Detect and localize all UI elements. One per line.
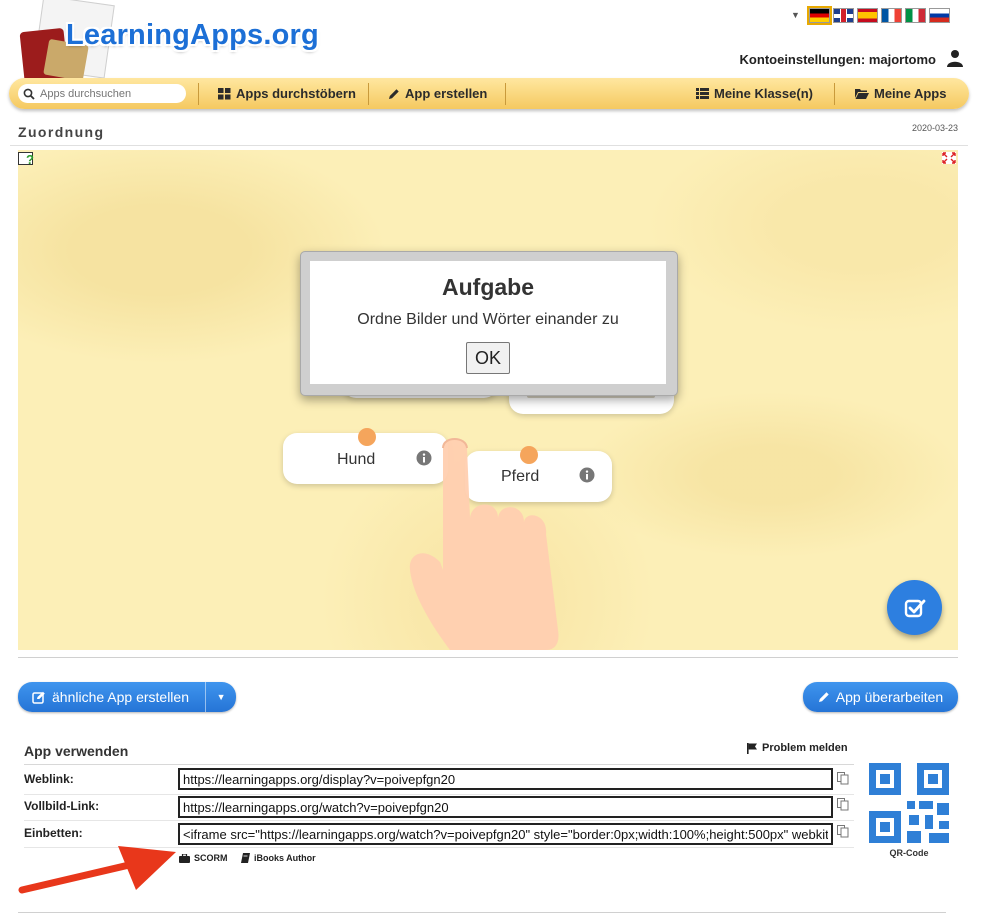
create-similar-app-label: ähnliche App erstellen: [52, 689, 189, 705]
divider: [24, 764, 854, 765]
nav-divider: [834, 83, 835, 105]
check-answer-button[interactable]: [887, 580, 942, 635]
search-box[interactable]: [18, 84, 186, 103]
account-settings-link[interactable]: Kontoeinstellungen: majortomo: [740, 52, 936, 67]
report-problem-link[interactable]: Problem melden: [747, 742, 848, 754]
dialog-text: Ordne Bilder und Wörter einander zu: [357, 311, 619, 328]
flag-en-icon[interactable]: [833, 8, 854, 23]
search-icon: [23, 88, 35, 100]
info-icon[interactable]: [579, 467, 595, 483]
grid-icon: [218, 87, 231, 99]
svg-text:?: ?: [26, 152, 34, 167]
scorm-label: SCORM: [194, 853, 228, 863]
help-icon[interactable]: ?: [18, 152, 36, 168]
copy-icon[interactable]: [837, 825, 849, 838]
row-divider: [24, 794, 854, 795]
ibooks-label: iBooks Author: [254, 853, 316, 863]
search-input[interactable]: [38, 86, 182, 101]
nav-my-apps[interactable]: Meine Apps: [855, 86, 946, 101]
qr-code-label: QR-Code: [889, 848, 929, 858]
fullscreen-icon[interactable]: [942, 152, 956, 164]
scorm-download-link[interactable]: SCORM: [179, 853, 228, 863]
nav-my-class-label: Meine Klasse(n): [714, 86, 813, 101]
flag-icon: [747, 742, 757, 754]
pencil-icon: [389, 88, 399, 99]
book-icon: [241, 853, 250, 863]
create-similar-app-button[interactable]: ähnliche App erstellen: [18, 682, 205, 712]
flag-ru-icon[interactable]: [929, 8, 950, 23]
card-label: Hund: [337, 451, 376, 468]
nav-browse-apps[interactable]: Apps durchstöbern: [218, 86, 356, 101]
report-problem-label: Problem melden: [762, 742, 848, 754]
divider: [18, 657, 958, 658]
flag-de-icon[interactable]: [807, 6, 832, 25]
copy-icon[interactable]: [837, 798, 849, 811]
nav-divider: [198, 83, 199, 105]
check-icon: [904, 599, 925, 617]
briefcase-icon: [179, 853, 190, 863]
user-icon[interactable]: [946, 49, 964, 67]
nav-divider: [505, 83, 506, 105]
logo-text[interactable]: LearningApps.org: [66, 19, 319, 52]
language-dropdown-caret-icon[interactable]: ▼: [791, 10, 800, 20]
tutorial-hand-icon: [409, 438, 559, 650]
language-flags: [807, 6, 950, 25]
flag-es-icon[interactable]: [857, 8, 878, 23]
flag-it-icon[interactable]: [905, 8, 926, 23]
edit-app-label: App überarbeiten: [835, 689, 944, 705]
embed-code-field[interactable]: [178, 823, 833, 845]
edit-app-button[interactable]: App überarbeiten: [803, 682, 958, 712]
page-title: Zuordnung: [18, 124, 105, 140]
folder-open-icon: [855, 89, 869, 99]
page-date: 2020-03-23: [911, 123, 958, 133]
caret-down-icon[interactable]: ▼: [206, 692, 236, 702]
row-divider: [24, 820, 854, 821]
copy-icon[interactable]: [837, 772, 849, 785]
red-arrow-annotation-icon: [18, 846, 176, 894]
divider: [10, 145, 968, 146]
ibooks-author-link[interactable]: iBooks Author: [241, 853, 316, 863]
connection-dot[interactable]: [358, 428, 376, 446]
list-icon: [696, 88, 709, 99]
nav-my-apps-label: Meine Apps: [874, 86, 947, 101]
nav-my-class[interactable]: Meine Klasse(n): [696, 86, 813, 101]
fullscreen-link-field[interactable]: [178, 796, 833, 818]
divider: [18, 912, 946, 913]
create-similar-app-group: ähnliche App erstellen ▼: [18, 682, 236, 712]
nav-create-label: App erstellen: [405, 86, 488, 101]
edit-icon: [32, 691, 45, 704]
nav-browse-label: Apps durchstöbern: [236, 86, 356, 101]
nav-create-app[interactable]: App erstellen: [388, 86, 487, 101]
qr-code-image[interactable]: [869, 763, 949, 843]
embed-label: Einbetten:: [24, 826, 83, 840]
pencil-icon: [818, 692, 829, 702]
dialog-ok-button[interactable]: OK: [466, 342, 510, 374]
flag-fr-icon[interactable]: [881, 8, 902, 23]
nav-divider: [368, 83, 369, 105]
fullscreen-link-label: Vollbild-Link:: [24, 799, 100, 813]
dialog-title: Aufgabe: [442, 274, 534, 300]
weblink-field[interactable]: [178, 768, 833, 790]
weblink-label: Weblink:: [24, 772, 74, 786]
section-title: App verwenden: [24, 743, 129, 759]
